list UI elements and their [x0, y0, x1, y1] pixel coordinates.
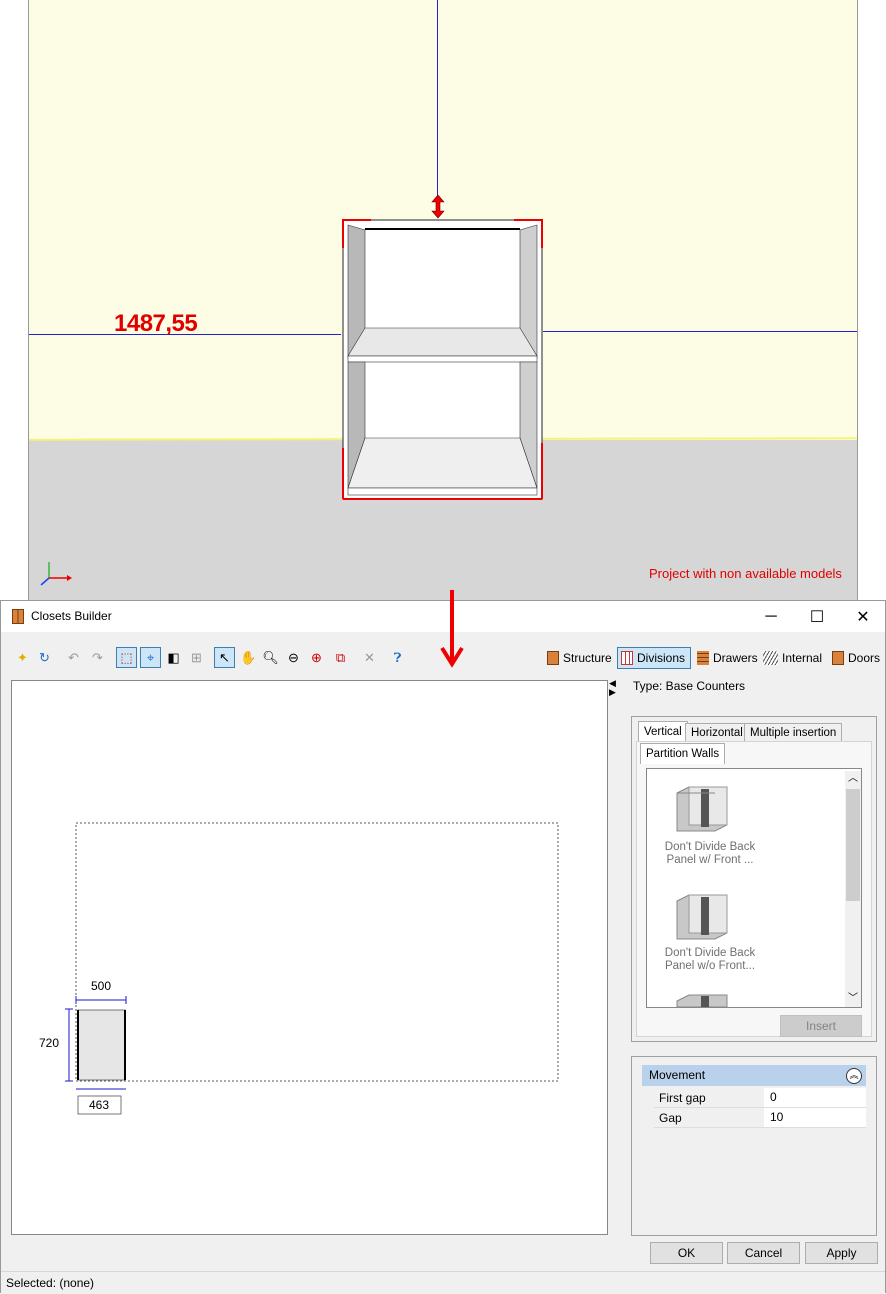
status-bar: Selected: (none)	[1, 1271, 885, 1294]
divisions-icon	[621, 651, 633, 665]
drawing-canvas[interactable]: 500 720 463	[11, 680, 608, 1235]
tab-multiple-insertion[interactable]: Multiple insertion	[744, 723, 843, 742]
scroll-down-icon[interactable]: ﹀	[845, 991, 861, 1007]
undo-icon[interactable]: ↶	[63, 647, 84, 668]
type-label: Type: Base Counters	[633, 679, 746, 693]
right-dimension-line	[543, 331, 857, 332]
tab-structure[interactable]: Structure	[544, 647, 615, 669]
measure-icon[interactable]: ⌖	[140, 647, 161, 668]
3d-viewport[interactable]: 1487,55 Project with non available model…	[28, 0, 858, 600]
closets-builder-dialog: Closets Builder ─ ☐ ✕ ✦ ↻ ↶ ↷ ⬚ ⌖ ◧ ⊞ ↖ …	[0, 600, 886, 1294]
red-arrow-annotation-icon	[440, 590, 464, 668]
status-text: Selected: (none)	[6, 1276, 95, 1290]
depth-dimension[interactable]: 463	[89, 1098, 109, 1112]
drawers-icon	[697, 651, 709, 665]
partition-thumbnail-icon	[676, 994, 728, 1007]
close-button[interactable]: ✕	[840, 601, 886, 632]
zoom-all-icon[interactable]: ⊕	[306, 647, 327, 668]
warning-text: Project with non available models	[649, 566, 842, 581]
help-icon[interactable]: ❓︎	[387, 647, 408, 668]
insert-button[interactable]: Insert	[780, 1015, 862, 1037]
tab-divisions[interactable]: Divisions	[617, 647, 691, 669]
minimize-button[interactable]: ─	[748, 601, 794, 632]
distance-label: 1487,55	[114, 310, 198, 337]
width-dimension: 500	[91, 979, 112, 993]
property-name: First gap	[659, 1091, 706, 1105]
zoom-in-out-icon[interactable]: 🔍︎	[260, 647, 281, 668]
axis-gizmo-icon	[40, 562, 72, 586]
gap-input[interactable]: 10	[764, 1108, 866, 1127]
movement-panel: Movement ︽ First gap 0 Gap 10	[631, 1056, 877, 1236]
panel-toggle-icon[interactable]: ◀ ▶	[609, 679, 616, 697]
redo-icon[interactable]: ↷	[87, 647, 108, 668]
new-icon[interactable]: ✦	[12, 647, 33, 668]
zoom-window-icon[interactable]: ⊖	[283, 647, 304, 668]
partition-thumbnail-icon	[676, 786, 728, 832]
refresh-icon[interactable]: ↻	[34, 647, 55, 668]
closet-app-icon	[12, 609, 24, 624]
scroll-up-icon[interactable]: ︿	[845, 771, 861, 787]
list-item[interactable]: Don't Divide Back Panel w/o Front...	[655, 877, 845, 983]
partition-thumbnail-icon	[676, 894, 728, 940]
scrollbar[interactable]: ︿ ﹀	[845, 771, 861, 1007]
tab-horizontal[interactable]: Horizontal	[685, 723, 749, 742]
select-item-icon[interactable]: ⬚	[116, 647, 137, 668]
divisions-panel: Vertical Horizontal Multiple insertion P…	[631, 716, 877, 1042]
property-row-gap: Gap 10	[654, 1108, 866, 1128]
first-gap-input[interactable]: 0	[764, 1088, 866, 1107]
frame-icon[interactable]: ⧉	[330, 647, 351, 668]
vertical-guide-line	[437, 0, 438, 205]
cabinet-model[interactable]	[341, 218, 544, 501]
tab-vertical[interactable]: Vertical	[638, 721, 688, 742]
internal-icon	[763, 651, 778, 665]
plan-drawing	[65, 822, 559, 1115]
grid-icon[interactable]: ⊞	[186, 647, 207, 668]
tab-partition-walls[interactable]: Partition Walls	[640, 743, 726, 764]
pan-hand-icon[interactable]: ✋	[238, 647, 259, 668]
tab-doors[interactable]: Doors	[829, 647, 883, 669]
partition-list: Don't Divide Back Panel w/ Front ... Don…	[646, 768, 862, 1008]
pointer-icon[interactable]: ↖	[214, 647, 235, 668]
tab-internal[interactable]: Internal	[760, 647, 825, 669]
apply-button[interactable]: Apply	[805, 1242, 878, 1264]
delete-icon[interactable]: ✕	[359, 647, 380, 668]
movement-header[interactable]: Movement ︽	[642, 1065, 866, 1086]
ok-button[interactable]: OK	[650, 1242, 723, 1264]
collapse-icon[interactable]: ︽	[846, 1068, 862, 1084]
structure-icon	[547, 651, 559, 665]
dialog-title: Closets Builder	[31, 609, 112, 623]
side-view-icon[interactable]: ◧	[163, 647, 184, 668]
tab-drawers[interactable]: Drawers	[694, 647, 761, 669]
doors-icon	[832, 651, 844, 665]
list-item[interactable]: Don't Divide Back Panel w/ Front ...	[655, 769, 845, 875]
maximize-button[interactable]: ☐	[794, 601, 840, 632]
property-row-first-gap: First gap 0	[654, 1088, 866, 1108]
item-label: Don't Divide Back Panel w/ Front ...	[664, 841, 756, 866]
item-label: Don't Divide Back Panel w/o Front...	[664, 947, 756, 972]
resize-handle-icon[interactable]	[429, 195, 447, 219]
cancel-button[interactable]: Cancel	[727, 1242, 800, 1264]
scroll-thumb[interactable]	[846, 789, 860, 901]
property-name: Gap	[659, 1111, 682, 1125]
height-dimension: 720	[39, 1036, 60, 1050]
